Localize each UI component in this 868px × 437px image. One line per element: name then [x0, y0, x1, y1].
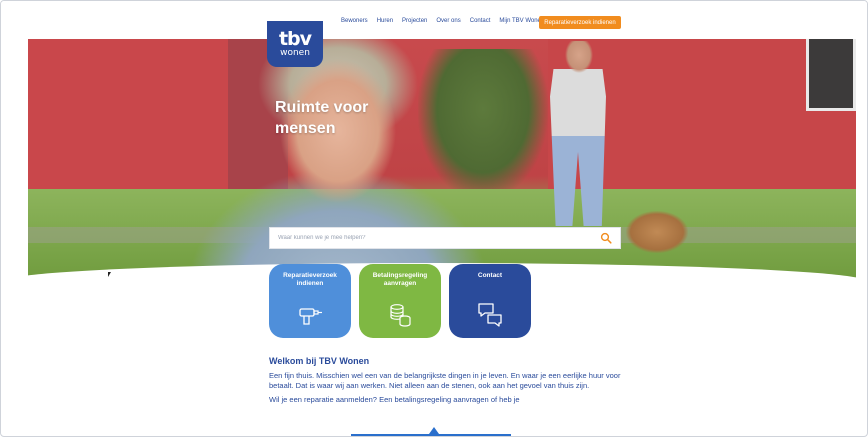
logo-subtitle: wonen — [280, 48, 310, 58]
search-bar[interactable] — [269, 227, 621, 249]
welcome-section: Welkom bij TBV Wonen Een fijn thuis. Mis… — [269, 356, 629, 409]
drill-icon — [299, 308, 322, 325]
nav-bewoners[interactable]: Bewoners — [341, 18, 368, 24]
nav-huren[interactable]: Huren — [377, 18, 393, 24]
chat-bubbles-icon — [478, 303, 502, 327]
browser-frame: Bewoners Huren Projecten Over ons Contac… — [0, 0, 868, 437]
hero-image — [28, 39, 856, 287]
smiling-woman — [188, 39, 488, 287]
dog — [626, 211, 688, 253]
mouse-cursor — [108, 272, 111, 277]
nav-over-ons[interactable]: Over ons — [436, 18, 460, 24]
tile-repair-request[interactable]: Reparatieverzoek indienen — [269, 264, 351, 338]
hero-title: Ruimte voor mensen — [275, 99, 369, 137]
top-navigation: Bewoners Huren Projecten Over ons Contac… — [341, 18, 544, 24]
welcome-paragraph-2: Wil je een reparatie aanmelden? Een beta… — [269, 395, 520, 404]
quick-action-tiles: Reparatieverzoek indienen Betalingsregel… — [269, 264, 531, 338]
nav-contact[interactable]: Contact — [470, 18, 491, 24]
search-icon[interactable] — [600, 232, 612, 244]
nav-mijn-tbv[interactable]: Mijn TBV Wonen — [499, 18, 544, 24]
logo-wordmark: tbv — [278, 28, 312, 50]
scroll-indicator-arrow — [429, 427, 439, 434]
welcome-paragraph: Een fijn thuis. Misschien wel een van de… — [269, 371, 621, 390]
welcome-title: Welkom bij TBV Wonen — [269, 356, 370, 366]
nav-projecten[interactable]: Projecten — [402, 18, 427, 24]
cta-repair-button[interactable]: Reparatieverzoek indienen — [539, 16, 621, 29]
tbv-logo[interactable]: tbv wonen — [267, 21, 323, 67]
tile-label: Contact — [477, 272, 503, 279]
search-input[interactable] — [278, 235, 600, 241]
window — [806, 39, 856, 111]
tile-payment-arrangement[interactable]: Betalingsregeling aanvragen — [359, 264, 441, 338]
scroll-indicator-line — [351, 434, 511, 436]
tile-contact[interactable]: Contact — [449, 264, 531, 338]
coins-icon — [390, 304, 411, 327]
tile-label: Reparatieverzoek indienen — [283, 272, 337, 287]
tile-label: Betalingsregeling aanvragen — [372, 272, 428, 287]
site-header: Bewoners Huren Projecten Over ons Contac… — [1, 1, 867, 39]
